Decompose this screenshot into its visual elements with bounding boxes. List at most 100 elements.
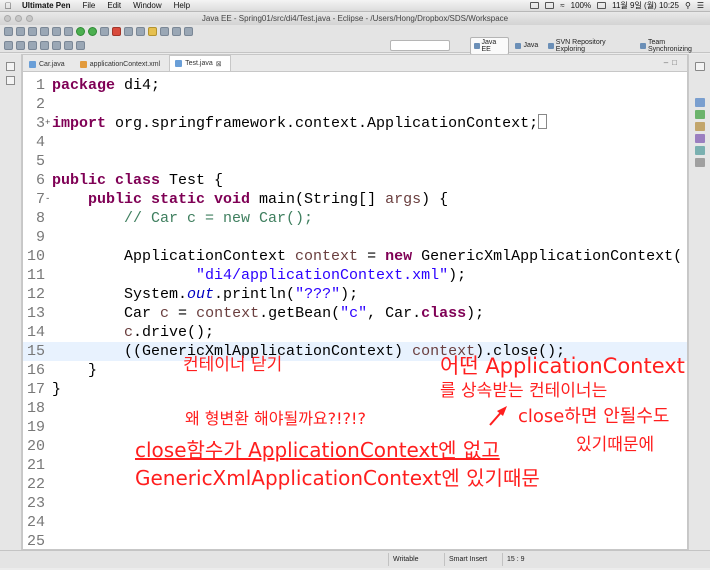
restore-view-icon[interactable] (695, 62, 705, 71)
code-line[interactable]: 9 (23, 228, 687, 247)
minimize-window-button[interactable] (15, 15, 22, 22)
print-icon[interactable] (40, 27, 49, 36)
window-titlebar: Java EE - Spring01/src/di4/Test.java - E… (0, 12, 710, 25)
notification-icon[interactable]: ☰ (697, 1, 704, 10)
external-tools-icon[interactable] (100, 27, 109, 36)
code-line[interactable]: 14 c.drive(); (23, 323, 687, 342)
back-icon[interactable] (64, 40, 73, 50)
perspective-svn[interactable]: SVN Repository Exploring (544, 37, 634, 55)
new-class-icon[interactable] (124, 27, 133, 36)
annotation-right-line2: 를 상속받는 컨테이너는 (440, 381, 608, 401)
search-icon[interactable]: ⚲ (685, 1, 691, 10)
tasks-icon[interactable] (64, 27, 73, 36)
menu-edit[interactable]: Edit (101, 1, 127, 10)
restore-view-icon[interactable] (6, 62, 15, 71)
wifi-icon[interactable]: ≈ (560, 1, 564, 10)
line-number: 3 (35, 115, 45, 132)
stop-icon[interactable] (112, 27, 121, 36)
code-text: public class Test { (52, 172, 224, 189)
code-line[interactable]: 12 System.out.println("???"); (23, 285, 687, 304)
code-text: package di4; (52, 77, 161, 94)
code-line[interactable]: 6 public class Test { (23, 171, 687, 190)
server-icon[interactable] (52, 27, 61, 36)
code-line[interactable]: 11 "di4/applicationContext.xml"); (23, 266, 687, 285)
annotation-icon[interactable] (184, 27, 193, 36)
perspective-team-sync[interactable]: Team Synchronizing (636, 37, 710, 55)
status-cursor-position: 15 : 9 (502, 553, 546, 566)
code-line[interactable]: 23 (23, 494, 687, 513)
menu-window[interactable]: Window (127, 1, 167, 10)
save-all-icon[interactable] (28, 27, 37, 36)
new-package-icon[interactable] (136, 27, 145, 36)
code-line[interactable]: 24 (23, 513, 687, 532)
code-line[interactable]: 13 Car c = context.getBean("c", Car.clas… (23, 304, 687, 323)
tab-car-java[interactable]: Car.java (23, 57, 74, 71)
expand-fold-icon[interactable]: + (45, 114, 51, 133)
new-icon[interactable] (4, 27, 13, 36)
perspective-java-ee[interactable]: Java EE (470, 36, 510, 55)
next-annotation-icon[interactable] (40, 40, 49, 50)
open-task-icon[interactable] (172, 27, 181, 36)
close-window-button[interactable] (4, 15, 11, 22)
tab-test-java[interactable]: Test.java ⊠ (169, 55, 231, 71)
menu-file[interactable]: File (76, 1, 101, 10)
line-number: 16 (26, 362, 45, 379)
annotation-close-container: 컨테이너 닫기 (183, 355, 283, 375)
status-icon[interactable] (545, 2, 555, 9)
line-number: 4 (35, 134, 45, 151)
servers-icon[interactable] (695, 134, 705, 143)
zoom-window-button[interactable] (26, 15, 33, 22)
search-toolbar-icon[interactable] (160, 27, 169, 36)
status-icon[interactable] (530, 2, 540, 9)
code-line[interactable]: 5 (23, 152, 687, 171)
line-number: 5 (35, 153, 45, 170)
code-line[interactable]: 25 (23, 532, 687, 551)
minimize-maximize-icons[interactable]: –□ (664, 58, 681, 67)
battery-icon[interactable] (597, 2, 607, 9)
properties-icon[interactable] (695, 158, 705, 167)
line-number: 12 (26, 286, 45, 303)
close-tab-icon[interactable]: ⊠ (216, 60, 222, 68)
debug-icon[interactable] (76, 27, 85, 36)
task-list-icon[interactable] (695, 110, 705, 119)
markers-icon[interactable] (695, 122, 705, 131)
app-menu-name[interactable]: Ultimate Pen (16, 1, 76, 10)
forward-icon[interactable] (76, 40, 85, 50)
code-line[interactable]: 7- public static void main(String[] args… (23, 190, 687, 209)
java-icon (515, 42, 522, 49)
toggle-mark-icon[interactable] (28, 40, 37, 50)
code-line[interactable]: 8 // Car c = new Car(); (23, 209, 687, 228)
line-number: 19 (26, 419, 45, 436)
datetime[interactable]: 11월 9일 (월) 10:25 (612, 0, 679, 11)
code-line[interactable]: 2 (23, 95, 687, 114)
perspective-label: Java (523, 42, 539, 49)
code-line[interactable]: 3 + import org.springframework.context.App… (23, 114, 687, 133)
apple-icon[interactable]:  (0, 1, 16, 11)
line-number: 6 (35, 172, 45, 189)
perspective-java[interactable]: Java (511, 40, 542, 51)
collapse-fold-icon[interactable]: - (45, 190, 51, 209)
annotation-why-cast: 왜 형변환 해야될까요?!?!? (185, 409, 366, 428)
code-line[interactable]: 10 ApplicationContext context = new Gene… (23, 247, 687, 266)
status-insert-mode: Smart Insert (444, 553, 500, 566)
menu-help[interactable]: Help (168, 1, 196, 10)
battery-percent[interactable]: 100% (571, 1, 591, 10)
build-icon[interactable] (4, 40, 13, 50)
package-explorer-icon[interactable] (6, 76, 15, 85)
code-text: c.drive(); (124, 324, 215, 341)
open-type-icon[interactable] (148, 27, 157, 36)
save-icon[interactable] (16, 27, 25, 36)
editor-tab-bar: Car.java applicationContext.xml Test.jav… (23, 55, 687, 72)
annotation-right-line4: 있기때문에 (576, 435, 655, 455)
prev-annotation-icon[interactable] (52, 40, 61, 50)
code-line[interactable]: 1 package di4; (23, 76, 687, 95)
tab-label: Car.java (39, 61, 65, 68)
code-line[interactable]: 4 (23, 133, 687, 152)
run-icon[interactable] (88, 27, 97, 36)
console-icon[interactable] (695, 146, 705, 155)
line-number: 2 (35, 96, 45, 113)
quick-access-input[interactable] (390, 40, 450, 51)
tab-application-context-xml[interactable]: applicationContext.xml (74, 57, 169, 71)
outline-icon[interactable] (695, 98, 705, 107)
link-icon[interactable] (16, 40, 25, 50)
